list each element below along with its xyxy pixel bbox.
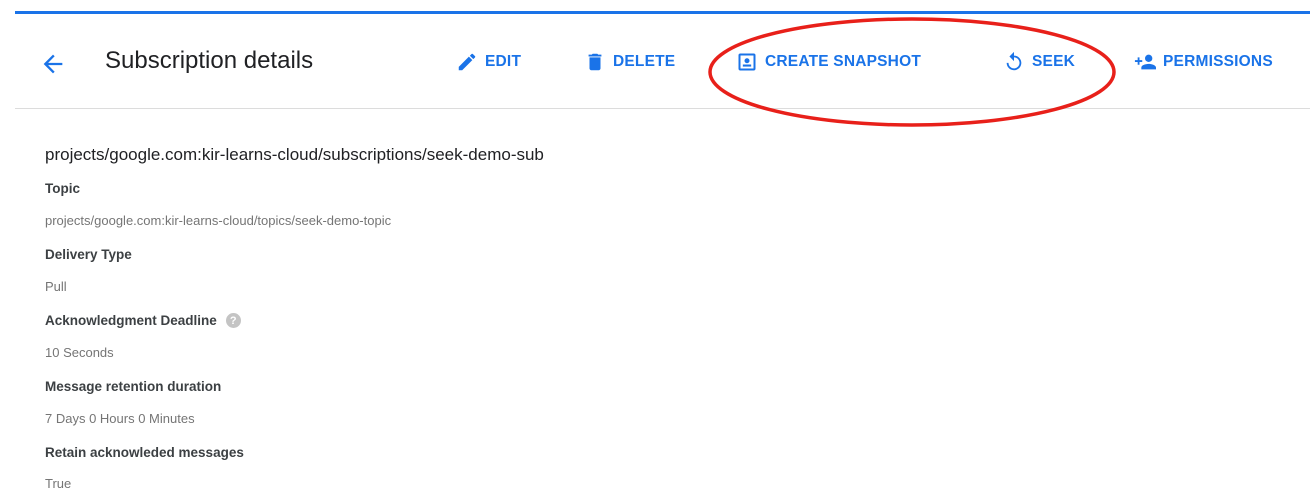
ack-deadline-label-text: Acknowledgment Deadline [45,313,217,328]
trash-icon [583,50,607,74]
delivery-type-label: Delivery Type [45,247,132,262]
snapshot-icon [735,50,759,74]
delivery-type-value: Pull [45,279,67,294]
create-snapshot-button[interactable]: CREATE SNAPSHOT [735,50,921,74]
retain-acked-label: Retain acknowleded messages [45,445,244,460]
permissions-button[interactable]: PERMISSIONS [1133,50,1273,74]
pencil-icon [455,50,479,74]
seek-button[interactable]: SEEK [1002,50,1075,74]
help-icon[interactable]: ? [225,313,241,328]
retention-duration-value: 7 Days 0 Hours 0 Minutes [45,411,195,426]
edit-label: EDIT [485,53,522,70]
back-button[interactable] [39,50,67,78]
page-header: Subscription details EDIT DELETE CREATE … [15,14,1310,109]
ack-deadline-value: 10 Seconds [45,345,114,360]
create-snapshot-label: CREATE SNAPSHOT [765,53,922,70]
person-add-icon [1133,50,1157,74]
topic-label: Topic [45,181,80,196]
permissions-label: PERMISSIONS [1163,53,1273,70]
topic-value: projects/google.com:kir-learns-cloud/top… [45,213,392,228]
delete-label: DELETE [613,53,676,70]
rewind-icon [1002,50,1026,74]
edit-button[interactable]: EDIT [455,50,521,74]
seek-label: SEEK [1032,53,1076,70]
ack-deadline-label: Acknowledgment Deadline ? [45,313,241,328]
delete-button[interactable]: DELETE [583,50,675,74]
subscription-path: projects/google.com:kir-learns-cloud/sub… [45,145,544,164]
retention-duration-label: Message retention duration [45,379,222,394]
subscription-details-page: Subscription details EDIT DELETE CREATE … [0,0,1310,495]
page-title: Subscription details [105,47,314,74]
retain-acked-value: True [45,476,72,491]
arrow-back-icon [43,54,63,74]
